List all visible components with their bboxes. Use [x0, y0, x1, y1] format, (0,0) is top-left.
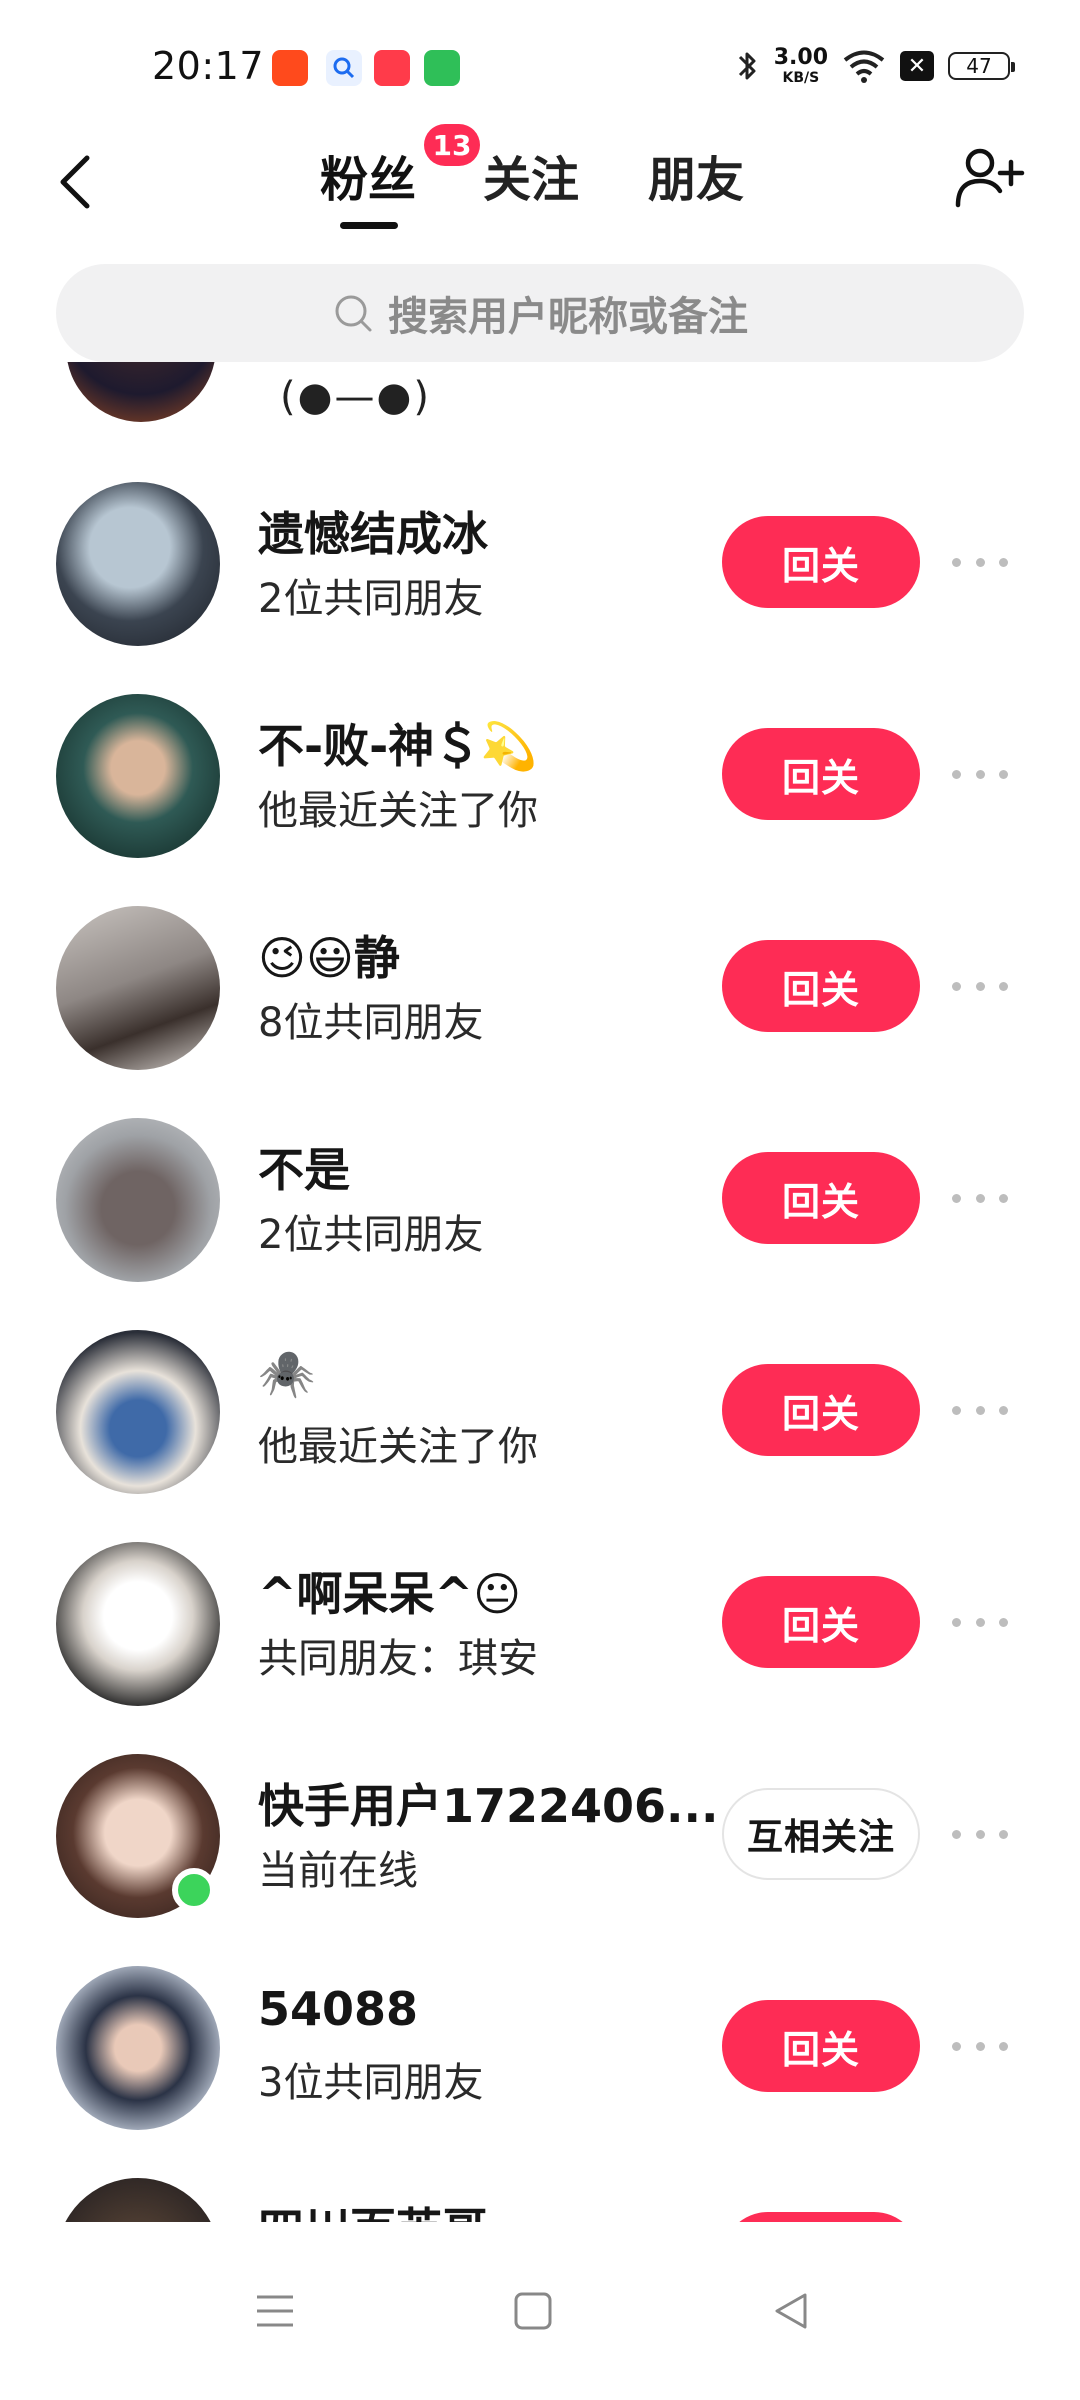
follow-back-button[interactable]: 回关 — [722, 2212, 920, 2222]
list-item[interactable]: 54088 3位共同朋友 回关 — [0, 1940, 1080, 2152]
tab-friends[interactable]: 朋友 — [648, 140, 744, 210]
avatar[interactable] — [56, 482, 220, 646]
follow-back-button[interactable]: 回关 — [722, 2000, 920, 2092]
net-speed: 3.00 KB/S — [773, 45, 828, 86]
user-name: 😉😃静 — [258, 931, 400, 985]
list-item[interactable]: 🕷️ 他最近关注了你 回关 — [0, 1304, 1080, 1516]
user-subtitle: 3位共同朋友 — [258, 2060, 484, 2106]
follow-back-button[interactable]: 回关 — [722, 516, 920, 608]
home-button[interactable] — [498, 2276, 568, 2346]
avatar[interactable] — [56, 1118, 220, 1282]
user-name: 不是 — [258, 1143, 350, 1197]
avatar[interactable] — [56, 694, 220, 858]
more-options-button[interactable] — [952, 1814, 1008, 1854]
music-app-icon — [374, 50, 410, 86]
search-icon — [335, 295, 372, 332]
mutual-follow-button[interactable]: 互相关注 — [722, 1788, 920, 1880]
user-subtitle: 他最近关注了你 — [258, 1424, 538, 1470]
user-name: (●—●) — [280, 374, 432, 420]
avatar[interactable] — [56, 1330, 220, 1494]
tab-fans[interactable]: 粉丝 — [320, 140, 416, 210]
list-item[interactable]: 不-败-神＄💫 他最近关注了你 回关 — [0, 668, 1080, 880]
net-speed-unit: KB/S — [782, 70, 820, 86]
more-options-button[interactable] — [952, 754, 1008, 794]
user-name: 四川百芙哥 — [258, 2194, 488, 2222]
header: 粉丝 13 关注 朋友 — [0, 124, 1080, 240]
avatar[interactable] — [56, 906, 220, 1070]
menu-icon — [257, 2295, 293, 2327]
follow-back-button[interactable]: 回关 — [722, 1152, 920, 1244]
back-button[interactable] — [40, 142, 110, 222]
bluetooth-icon — [738, 52, 756, 80]
more-options-button[interactable] — [952, 2026, 1008, 2066]
user-name: 遗憾结成冰 — [258, 507, 488, 561]
add-user-icon — [955, 148, 1025, 208]
avatar[interactable] — [56, 1966, 220, 2130]
user-name: 🕷️ — [258, 1346, 316, 1400]
follow-back-button[interactable]: 回关 — [722, 728, 920, 820]
follow-back-button[interactable]: 回关 — [722, 940, 920, 1032]
user-subtitle: 2位共同朋友 — [258, 576, 484, 622]
store-app-icon — [424, 50, 460, 86]
search-placeholder: 搜索用户昵称或备注 — [388, 294, 748, 340]
status-bar: 20:17 3.00 KB/S ✕ 47 — [0, 0, 1080, 130]
battery-level: 47 — [966, 54, 992, 78]
user-name: 54088 — [258, 1982, 419, 2036]
follow-back-button[interactable]: 回关 — [722, 1364, 920, 1456]
more-options-button[interactable] — [952, 1178, 1008, 1218]
more-options-button[interactable] — [952, 966, 1008, 1006]
screen: 20:17 3.00 KB/S ✕ 47 粉丝 13 关注 朋友 搜索用户昵称或… — [0, 0, 1080, 2400]
more-options-button[interactable] — [952, 1390, 1008, 1430]
list-item[interactable]: 不是 2位共同朋友 回关 — [0, 1092, 1080, 1304]
online-status-dot — [172, 1868, 216, 1912]
sim-off-icon: ✕ — [900, 51, 934, 81]
tab-following[interactable]: 关注 — [483, 140, 579, 210]
net-speed-value: 3.00 — [773, 45, 828, 70]
avatar[interactable] — [56, 1542, 220, 1706]
more-options-button[interactable] — [952, 542, 1008, 582]
status-time: 20:17 — [152, 44, 265, 88]
user-subtitle: 2位共同朋友 — [258, 1212, 484, 1258]
list-item[interactable]: 遗憾结成冰 2位共同朋友 回关 — [0, 456, 1080, 668]
fans-count-badge: 13 — [424, 124, 480, 166]
kuaishou-lite-icon — [272, 50, 308, 86]
list-item[interactable]: (●—●) — [0, 362, 1080, 452]
status-indicators: 3.00 KB/S ✕ 47 — [734, 44, 1015, 88]
list-item[interactable]: 😉😃静 8位共同朋友 回关 — [0, 880, 1080, 1092]
user-name: ^啊呆呆^😐 — [258, 1567, 522, 1621]
add-friend-button[interactable] — [950, 138, 1030, 218]
user-subtitle: 共同朋友：琪安 — [258, 1636, 538, 1682]
back-nav-button[interactable] — [756, 2276, 826, 2346]
user-subtitle: 8位共同朋友 — [258, 1000, 484, 1046]
home-square-icon — [514, 2292, 552, 2330]
wifi-icon — [843, 50, 885, 83]
user-name: 快手用户1722406... — [258, 1779, 719, 1833]
follow-back-button[interactable]: 回关 — [722, 1576, 920, 1668]
more-options-button[interactable] — [952, 1602, 1008, 1642]
search-app-icon — [326, 50, 362, 86]
search-input[interactable]: 搜索用户昵称或备注 — [56, 264, 1024, 362]
menu-button[interactable] — [240, 2276, 310, 2346]
user-subtitle: 他最近关注了你 — [258, 788, 538, 834]
avatar — [66, 362, 216, 422]
list-item[interactable]: 四川百芙哥 回关 — [0, 2152, 1080, 2222]
user-subtitle: 当前在线 — [258, 1848, 418, 1894]
list-item[interactable]: 快手用户1722406... 当前在线 互相关注 — [0, 1728, 1080, 1940]
list-item[interactable]: ^啊呆呆^😐 共同朋友：琪安 回关 — [0, 1516, 1080, 1728]
user-name: 不-败-神＄💫 — [258, 719, 538, 773]
system-nav-bar — [0, 2222, 1080, 2400]
triangle-back-icon — [775, 2293, 807, 2329]
chevron-left-icon — [60, 155, 90, 209]
fans-list[interactable]: (●—●) 遗憾结成冰 2位共同朋友 回关 不-败-神＄💫 他最近关注了你 回关… — [0, 362, 1080, 2222]
avatar[interactable] — [56, 2178, 220, 2222]
battery-icon: 47 — [948, 52, 1015, 80]
active-tab-indicator — [340, 222, 398, 229]
